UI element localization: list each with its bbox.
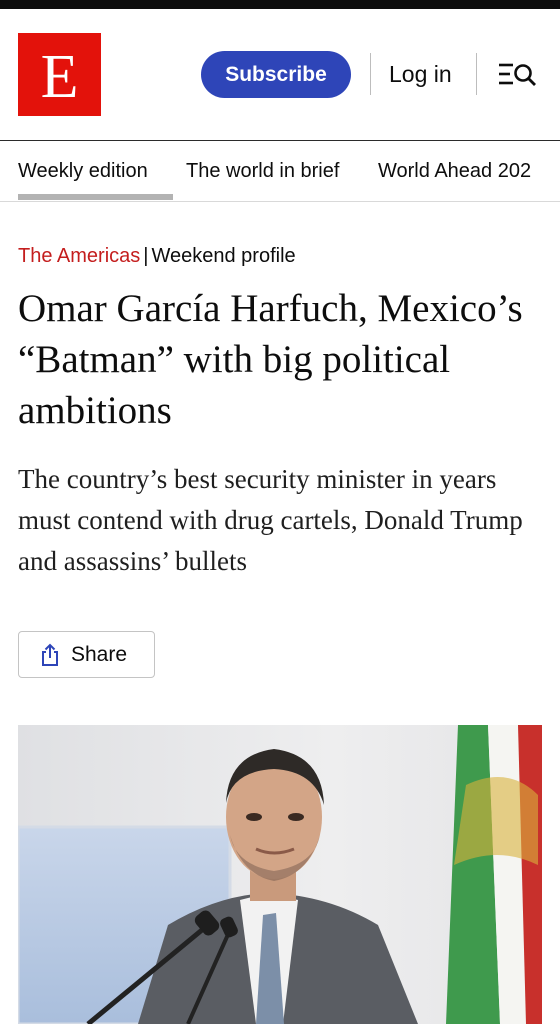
nav-weekly-edition[interactable]: Weekly edition — [18, 159, 148, 183]
section-nav: Weekly edition The world in brief World … — [0, 141, 560, 202]
header-divider — [476, 53, 477, 95]
login-link[interactable]: Log in — [389, 58, 452, 90]
nav-active-indicator — [18, 194, 173, 200]
rubric-separator: | — [143, 245, 149, 267]
nav-world-in-brief[interactable]: The world in brief — [186, 159, 339, 183]
article-hero-image — [18, 725, 542, 1024]
nav-world-ahead[interactable]: World Ahead 202 — [378, 159, 531, 183]
search-menu-icon[interactable] — [497, 61, 539, 89]
section-link[interactable]: The Americas — [18, 245, 140, 267]
share-button[interactable]: Share — [18, 631, 155, 678]
share-icon — [42, 643, 58, 666]
top-bar — [0, 0, 560, 9]
article-headline: Omar García Harfuch, Mexico’s “Batman” w… — [18, 287, 523, 432]
site-header: E Subscribe Log in — [0, 9, 560, 141]
article-rubric: The Americas | Weekend profile — [18, 242, 296, 270]
logo-letter: E — [40, 42, 79, 111]
header-divider — [370, 53, 371, 95]
share-label: Share — [71, 642, 128, 666]
subscribe-button[interactable]: Subscribe — [201, 51, 351, 98]
flytitle: Weekend profile — [151, 245, 296, 267]
economist-logo[interactable]: E — [18, 33, 101, 116]
article-subheadline: The country’s best security minister in … — [18, 464, 523, 576]
